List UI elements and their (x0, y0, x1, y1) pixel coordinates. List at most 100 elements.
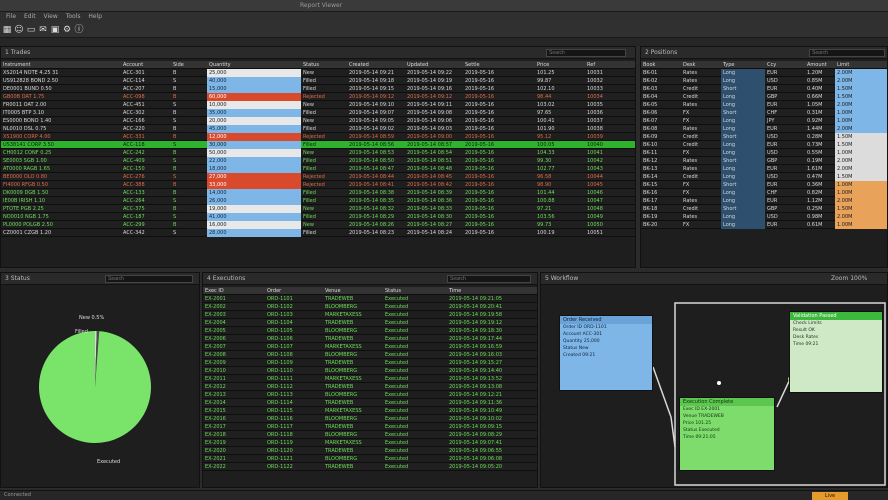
status-search-input[interactable] (105, 275, 193, 283)
table-row[interactable]: BK-15 FX Short EUR 0.36M 1.00M (641, 181, 887, 189)
table-row[interactable]: AT0000 RAGB 1.65 ACC-150 B 18,000 Filled 2019… (1, 165, 635, 173)
table-row[interactable]: FR0011 OAT 2.00 ACC-451 S 10,000 New 2019-05-… (1, 101, 635, 109)
table-row[interactable]: EX-2010 ORD-1110 BLOOMBERG Executed 2019-05-… (203, 367, 537, 375)
status-badge[interactable]: Live (812, 492, 848, 500)
positions-search-input[interactable] (809, 49, 885, 57)
grid-cell: GB00B OAT 1.75 (3, 94, 45, 100)
table-row[interactable]: BK-09 Credit Short USD 0.28M 1.50M (641, 133, 887, 141)
save-icon[interactable]: ▣ (50, 25, 60, 35)
table-row[interactable]: PL0000 POLGB 2.50 ACC-299 B 16,000 New 2019-0… (1, 221, 635, 229)
grid-cell: 30,000 (207, 141, 301, 149)
table-row[interactable]: BK-18 Credit Short GBP 0.25M 1.50M (641, 205, 887, 213)
table-row[interactable]: BK-08 Rates Long EUR 1.44M 2.00M (641, 125, 887, 133)
executions-panel: 4 Executions Exec ID Order Venue Status Time… (202, 272, 538, 488)
table-row[interactable]: EX-2013 ORD-1113 BLOOMBERG Executed 2019-05-… (203, 391, 537, 399)
grid-cell: Filled (303, 78, 316, 84)
table-row[interactable]: EX-2001 ORD-1101 TRADEWEB Executed 2019-05-1… (203, 295, 537, 303)
table-row[interactable]: BK-01 Rates Long EUR 1.20M 2.00M (641, 69, 887, 77)
table-row[interactable]: IT0005 BTP 3.10 ACC-302 B 35,000 Filled 2019-… (1, 109, 635, 117)
table-row[interactable]: EX-2007 ORD-1107 MARKETAXESS Executed 2019-0… (203, 343, 537, 351)
grid-cell: 1.05M (807, 102, 823, 108)
table-row[interactable]: BK-16 FX Long CHF 0.82M 1.00M (641, 189, 887, 197)
table-row[interactable]: BK-20 FX Long EUR 0.61M 1.00M (641, 221, 887, 229)
table-row[interactable]: EX-2021 ORD-1121 BLOOMBERG Executed 2019-05-… (203, 455, 537, 463)
table-row[interactable]: SE0003 SGB 1.00 ACC-409 S 22,000 Filled 2019-… (1, 157, 635, 165)
grid-cell: 2019-05-16 (465, 206, 495, 212)
grid-cell: Short (721, 109, 765, 117)
node-row: Quantity 25,000 (563, 339, 600, 344)
table-row[interactable]: EX-2020 ORD-1120 TRADEWEB Executed 2019-05-1… (203, 447, 537, 455)
menu-tools[interactable]: Tools (66, 13, 81, 20)
table-row[interactable]: BK-06 FX Short CHF 0.31M 1.00M (641, 109, 887, 117)
table-row[interactable]: DK0009 DGB 1.50 ACC-133 B 14,000 Filled 2019-… (1, 189, 635, 197)
table-row[interactable]: NL0010 DSL 0.75 ACC-220 B 45,000 Filled 2019-… (1, 125, 635, 133)
table-row[interactable]: EX-2012 ORD-1112 TRADEWEB Executed 2019-05-1… (203, 383, 537, 391)
table-row[interactable]: PTOTE PGB 2.25 ACC-375 B 19,000 New 2019-05-1… (1, 205, 635, 213)
trades-search-input[interactable] (546, 49, 626, 57)
table-row[interactable]: EX-2014 ORD-1114 TRADEWEB Executed 2019-05-1… (203, 399, 537, 407)
table-row[interactable]: BK-11 FX Long USD 0.55M 1.00M (641, 149, 887, 157)
table-row[interactable]: CZ0001 CZGB 1.20 ACC-342 S 28,000 Filled 2019… (1, 229, 635, 237)
menu-help[interactable]: Help (88, 13, 102, 20)
table-row[interactable]: BK-19 Rates Long USD 0.98M 2.00M (641, 213, 887, 221)
table-row[interactable]: BK-03 Credit Short EUR 0.40M 1.50M (641, 85, 887, 93)
table-row[interactable]: EX-2017 ORD-1117 TRADEWEB Executed 2019-05-1… (203, 423, 537, 431)
table-row[interactable]: US912828 BOND 2.50 ACC-114 S 40,000 Filled 20… (1, 77, 635, 85)
table-row[interactable]: EX-2006 ORD-1106 TRADEWEB Executed 2019-05-1… (203, 335, 537, 343)
table-row[interactable]: CH0012 CONF 0.25 ACC-242 B 50,000 New 2019-05… (1, 149, 635, 157)
workflow-node-order[interactable]: Order Received Order ID ORD-1101 Account… (559, 315, 653, 391)
workflow-node-execution[interactable]: Execution Complete Exec ID EX-2001 Venue… (679, 397, 775, 471)
trades-grid-header[interactable]: Instrument Account Side Quantity Status Creat… (1, 61, 635, 69)
table-row[interactable]: EX-2004 ORD-1104 TRADEWEB Executed 2019-05-1… (203, 319, 537, 327)
table-row[interactable]: BK-04 Credit Long GBP 0.66M 1.50M (641, 93, 887, 101)
table-row[interactable]: BK-14 Credit Long USD 0.47M 1.50M (641, 173, 887, 181)
user-icon[interactable]: ☺ (14, 25, 24, 35)
table-row[interactable]: BK-02 Rates Long USD 0.85M 2.00M (641, 77, 887, 85)
table-row[interactable]: EX-2003 ORD-1103 MARKETAXESS Executed 2019-0… (203, 311, 537, 319)
zoom-label[interactable]: Zoom 100% (831, 275, 867, 282)
table-row[interactable]: EX-2008 ORD-1108 BLOOMBERG Executed 2019-05-… (203, 351, 537, 359)
pie-slice-executed[interactable] (38, 331, 152, 443)
menu-view[interactable]: View (44, 13, 58, 20)
executions-search-input[interactable] (447, 275, 531, 283)
table-row[interactable]: EX-2015 ORD-1115 MARKETAXESS Executed 2019-0… (203, 407, 537, 415)
table-row[interactable]: EX-2002 ORD-1102 BLOOMBERG Executed 2019-05-… (203, 303, 537, 311)
grid-icon[interactable]: ▦ (2, 25, 12, 35)
table-row[interactable]: EX-2009 ORD-1109 TRADEWEB Executed 2019-05-1… (203, 359, 537, 367)
table-row[interactable]: BE0000 OLO 0.80 ACC-276 S 27,000 Rejected 201… (1, 173, 635, 181)
table-row[interactable]: US38141 CORP 3.50 ACC-118 S 30,000 Filled 201… (1, 141, 635, 149)
table-row[interactable]: EX-2016 ORD-1116 BLOOMBERG Executed 2019-05-… (203, 415, 537, 423)
info-icon[interactable]: ⓘ (74, 25, 84, 35)
table-row[interactable]: BK-13 Rates Long EUR 1.61M 2.00M (641, 165, 887, 173)
table-row[interactable]: IE00B IRISH 1.10 ACC-264 S 26,000 Filled 2019… (1, 197, 635, 205)
table-row[interactable]: NO0010 NGB 1.75 ACC-187 S 41,000 Filled 2019-… (1, 213, 635, 221)
grid-cell: 2019-05-14 09:10:02 (449, 416, 503, 422)
positions-grid-header[interactable]: Book Desk Type Ccy Amount Limit (641, 61, 887, 69)
table-row[interactable]: BK-12 Rates Short GBP 0.19M 2.00M (641, 157, 887, 165)
table-row[interactable]: BK-07 FX Long JPY 0.92M 1.00M (641, 117, 887, 125)
table-row[interactable]: ES0000 BONO 1.40 ACC-166 S 20,000 New 2019-05… (1, 117, 635, 125)
table-row[interactable]: BK-05 Rates Long EUR 1.05M 2.00M (641, 101, 887, 109)
table-row[interactable]: EX-2022 ORD-1122 TRADEWEB Executed 2019-05-1… (203, 463, 537, 471)
grid-cell: 2019-05-14 08:41 (349, 182, 395, 188)
table-row[interactable]: XS2014 NOTE 4.25 31 ACC-301 B 25,000 New 2019… (1, 69, 635, 77)
table-row[interactable]: EX-2018 ORD-1118 BLOOMBERG Executed 2019-05-… (203, 431, 537, 439)
table-row[interactable]: EX-2011 ORD-1111 MARKETAXESS Executed 2019-0… (203, 375, 537, 383)
table-row[interactable]: GB00B OAT 1.75 ACC-098 B 60,000 Rejected 2019… (1, 93, 635, 101)
grid-cell: B (173, 70, 177, 76)
workflow-node-validation[interactable]: Validation Passed Check Limits Result OK… (789, 311, 883, 393)
table-row[interactable]: XS1900 CORP 4.00 ACC-331 B 12,000 Rejected 20… (1, 133, 635, 141)
table-row[interactable]: BK-17 Rates Long EUR 1.12M 2.00M (641, 197, 887, 205)
menu-file[interactable]: File (6, 13, 16, 20)
mail-icon[interactable]: ✉ (38, 25, 48, 35)
window-icon[interactable]: ▭ (26, 25, 36, 35)
table-row[interactable]: DE0001 BUND 0.50 ACC-207 B 15,000 Filled 2019… (1, 85, 635, 93)
settings-icon[interactable]: ⚙ (62, 25, 72, 35)
table-row[interactable]: BK-10 Credit Long EUR 0.73M 1.50M (641, 141, 887, 149)
table-row[interactable]: EX-2019 ORD-1119 MARKETAXESS Executed 2019-0… (203, 439, 537, 447)
executions-grid-header[interactable]: Exec ID Order Venue Status Time (203, 287, 537, 295)
table-row[interactable]: EX-2005 ORD-1105 BLOOMBERG Executed 2019-05-… (203, 327, 537, 335)
table-row[interactable]: FI4000 RFGB 0.50 ACC-388 B 33,000 Rejected 20… (1, 181, 635, 189)
menu-edit[interactable]: Edit (24, 13, 36, 20)
grid-cell: BK-14 (643, 174, 658, 180)
